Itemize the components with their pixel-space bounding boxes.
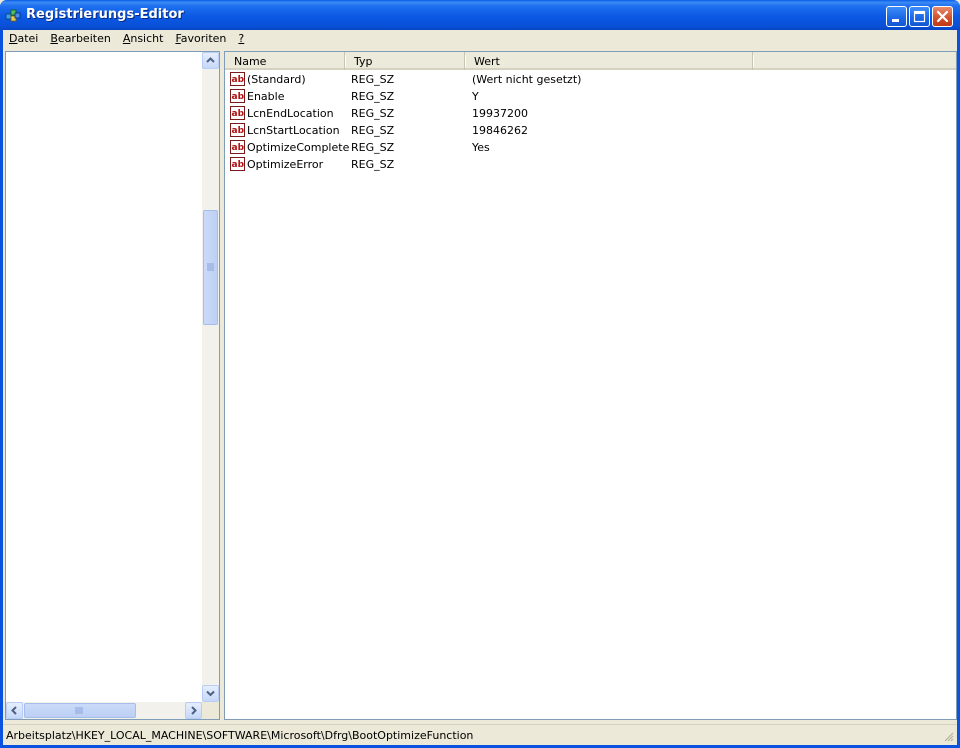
maximize-button[interactable] (909, 6, 930, 27)
chevron-down-icon (206, 690, 215, 697)
value-data: Y (472, 90, 479, 103)
list-item[interactable]: ab (Standard) REG_SZ (Wert nicht gesetzt… (225, 71, 956, 88)
maximize-icon (913, 10, 926, 23)
value-data: (Wert nicht gesetzt) (472, 73, 582, 86)
list-header: Name Typ Wert (225, 52, 956, 70)
chevron-up-icon (206, 57, 215, 63)
window-title: Registrierungs-Editor (26, 7, 184, 22)
string-value-icon: ab (230, 157, 245, 171)
value-type: REG_SZ (351, 90, 395, 103)
string-value-icon: ab (230, 106, 245, 120)
value-type: REG_SZ (351, 141, 395, 154)
svg-text:ab: ab (232, 143, 245, 153)
status-path: Arbeitsplatz\HKEY_LOCAL_MACHINE\SOFTWARE… (6, 729, 474, 742)
menu-datei[interactable]: Datei (3, 30, 44, 49)
list-item[interactable]: ab LcnEndLocation REG_SZ 19937200 (225, 105, 956, 122)
resize-grip-icon[interactable] (943, 731, 955, 743)
list-item[interactable]: ab OptimizeComplete REG_SZ Yes (225, 139, 956, 156)
tree-pane[interactable] (5, 51, 220, 720)
value-name: LcnEndLocation (247, 107, 334, 120)
title-bar[interactable]: Registrierungs-Editor (0, 0, 960, 30)
menu-favoriten[interactable]: Favoriten (169, 30, 232, 49)
value-type: REG_SZ (351, 124, 395, 137)
values-list[interactable]: Name Typ Wert ab (Standard) REG_SZ (Wert… (224, 51, 957, 720)
value-type: REG_SZ (351, 158, 395, 171)
client-area: Datei Bearbeiten Ansicht Favoriten ? Nam… (3, 30, 957, 745)
tree-horizontal-scrollbar[interactable] (6, 702, 202, 719)
column-header-name[interactable]: Name (225, 52, 346, 70)
list-item[interactable]: ab LcnStartLocation REG_SZ 19846262 (225, 122, 956, 139)
tree-vertical-scrollbar[interactable] (202, 52, 219, 702)
list-item[interactable]: ab OptimizeError REG_SZ (225, 156, 956, 173)
regedit-icon (5, 9, 21, 22)
menu-ansicht[interactable]: Ansicht (117, 30, 170, 49)
minimize-icon (892, 19, 899, 22)
svg-text:ab: ab (232, 75, 245, 85)
window: Registrierungs-Editor Datei Bearbeiten A… (0, 0, 960, 748)
value-name: LcnStartLocation (247, 124, 340, 137)
value-type: REG_SZ (351, 73, 395, 86)
grip-icon (207, 263, 214, 271)
menu-help[interactable]: ? (232, 30, 250, 49)
value-name: (Standard) (247, 73, 306, 86)
value-name: Enable (247, 90, 285, 103)
list-item[interactable]: ab Enable REG_SZ Y (225, 88, 956, 105)
string-value-icon: ab (230, 72, 245, 86)
string-value-icon: ab (230, 89, 245, 103)
chevron-left-icon (11, 706, 17, 715)
menu-bar: Datei Bearbeiten Ansicht Favoriten ? (3, 30, 957, 49)
scroll-up-button[interactable] (202, 52, 219, 69)
close-icon (936, 10, 949, 23)
scroll-right-button[interactable] (185, 702, 202, 719)
menu-bearbeiten[interactable]: Bearbeiten (44, 30, 116, 49)
value-type: REG_SZ (351, 107, 395, 120)
tree-horizontal-thumb[interactable] (24, 703, 136, 718)
value-data: Yes (472, 141, 490, 154)
value-name: OptimizeComplete (247, 141, 350, 154)
tree-vertical-thumb[interactable] (203, 210, 218, 325)
close-button[interactable] (932, 6, 953, 27)
status-bar: Arbeitsplatz\HKEY_LOCAL_MACHINE\SOFTWARE… (3, 724, 957, 745)
scroll-corner (202, 702, 219, 719)
svg-text:ab: ab (232, 92, 245, 102)
scroll-left-button[interactable] (6, 702, 23, 719)
string-value-icon: ab (230, 140, 245, 154)
value-data: 19846262 (472, 124, 528, 137)
value-data: 19937200 (472, 107, 528, 120)
column-header-type[interactable]: Typ (345, 52, 466, 70)
value-name: OptimizeError (247, 158, 324, 171)
grip-icon (75, 707, 83, 714)
scroll-down-button[interactable] (202, 685, 219, 702)
string-value-icon: ab (230, 123, 245, 137)
minimize-button[interactable] (886, 6, 907, 27)
svg-text:ab: ab (232, 160, 245, 170)
column-header-value[interactable]: Wert (465, 52, 754, 70)
chevron-right-icon (191, 706, 197, 715)
svg-text:ab: ab (232, 126, 245, 136)
svg-text:ab: ab (232, 109, 245, 119)
